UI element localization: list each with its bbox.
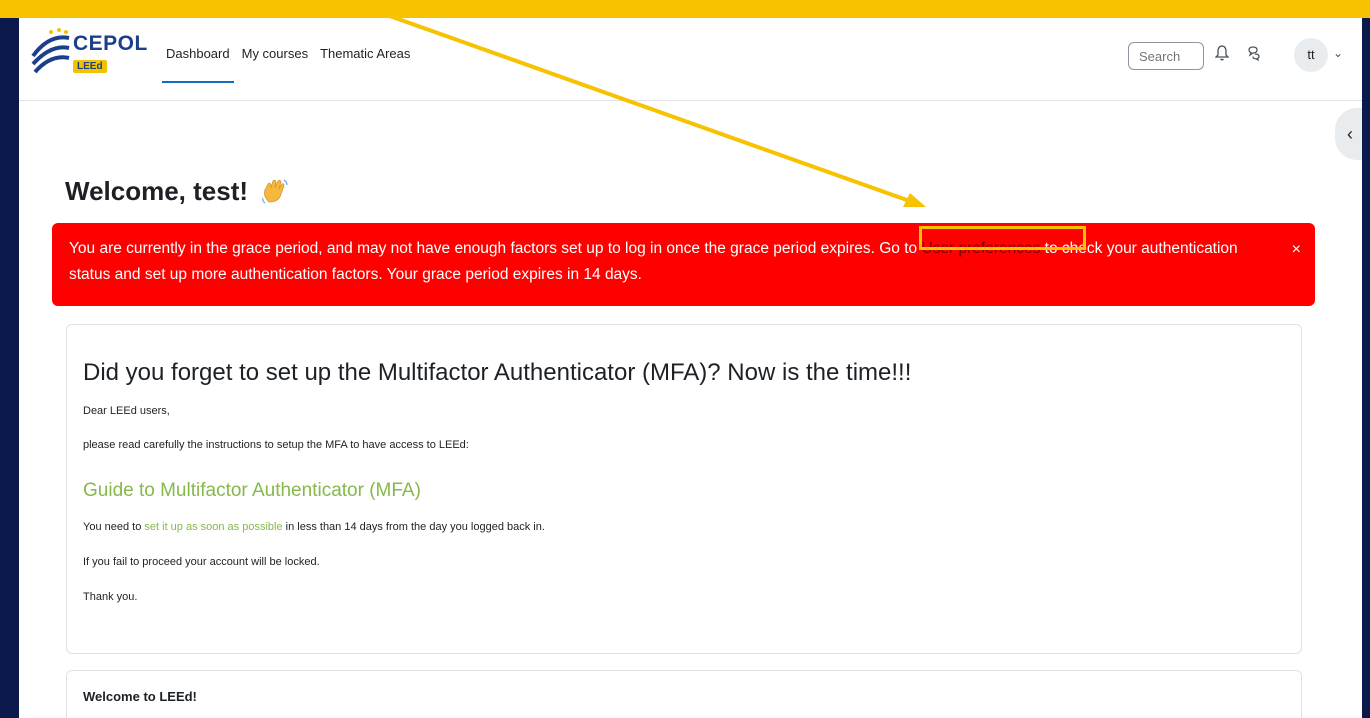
page-title: Welcome, test! [65, 176, 289, 207]
chevron-down-icon[interactable]: ⌄ [1333, 46, 1343, 60]
user-avatar[interactable]: tt [1294, 38, 1328, 72]
waving-hand-icon [262, 179, 288, 204]
thanks-text: Thank you. [83, 591, 138, 603]
greeting-text: Dear LEEd users, [83, 405, 170, 417]
annotation-highlight-box [919, 226, 1086, 250]
search-input[interactable] [1128, 42, 1204, 70]
mfa-notice-card: Did you forget to set up the Multifactor… [66, 324, 1302, 654]
mfa-heading: Did you forget to set up the Multifactor… [83, 359, 912, 386]
logo-sub-badge: LEEd [73, 60, 107, 73]
need-text-before: You need to [83, 521, 145, 533]
chevron-left-icon[interactable]: ‹ [1335, 108, 1362, 160]
logo-text: CEPOL [73, 32, 148, 55]
logo-swoosh-icon [31, 28, 70, 74]
notifications-bell-icon[interactable] [1211, 45, 1233, 67]
nav-link-dashboard[interactable]: Dashboard [166, 46, 230, 61]
setup-deadline-text: You need to set it up as soon as possibl… [83, 521, 545, 533]
nav-link-thematic-areas[interactable]: Thematic Areas [320, 46, 410, 61]
grace-period-alert: You are currently in the grace period, a… [52, 223, 1315, 306]
need-text-after: in less than 14 days from the day you lo… [282, 521, 545, 533]
close-icon[interactable]: × [1292, 237, 1301, 263]
browser-page: CEPOL LEEd Dashboard My courses Thematic… [19, 18, 1362, 718]
welcome-card: Welcome to LEEd! [66, 670, 1302, 718]
active-tab-indicator [162, 81, 234, 83]
nav-link-my-courses[interactable]: My courses [242, 46, 308, 61]
annotation-top-bar [0, 0, 1370, 18]
messages-icon[interactable] [1243, 45, 1265, 67]
top-navbar: CEPOL LEEd Dashboard My courses Thematic… [19, 18, 1362, 101]
mfa-guide-link[interactable]: Guide to Multifactor Authenticator (MFA) [83, 480, 421, 502]
alert-text-before: You are currently in the grace period, a… [69, 240, 922, 257]
cepol-logo[interactable]: CEPOL LEEd [29, 26, 149, 78]
set-it-up-link[interactable]: set it up as soon as possible [144, 521, 282, 533]
instructions-text: please read carefully the instructions t… [83, 439, 469, 451]
welcome-card-heading: Welcome to LEEd! [83, 689, 197, 704]
welcome-text: Welcome, test! [65, 176, 249, 206]
warning-text: If you fail to proceed your account will… [83, 556, 320, 568]
